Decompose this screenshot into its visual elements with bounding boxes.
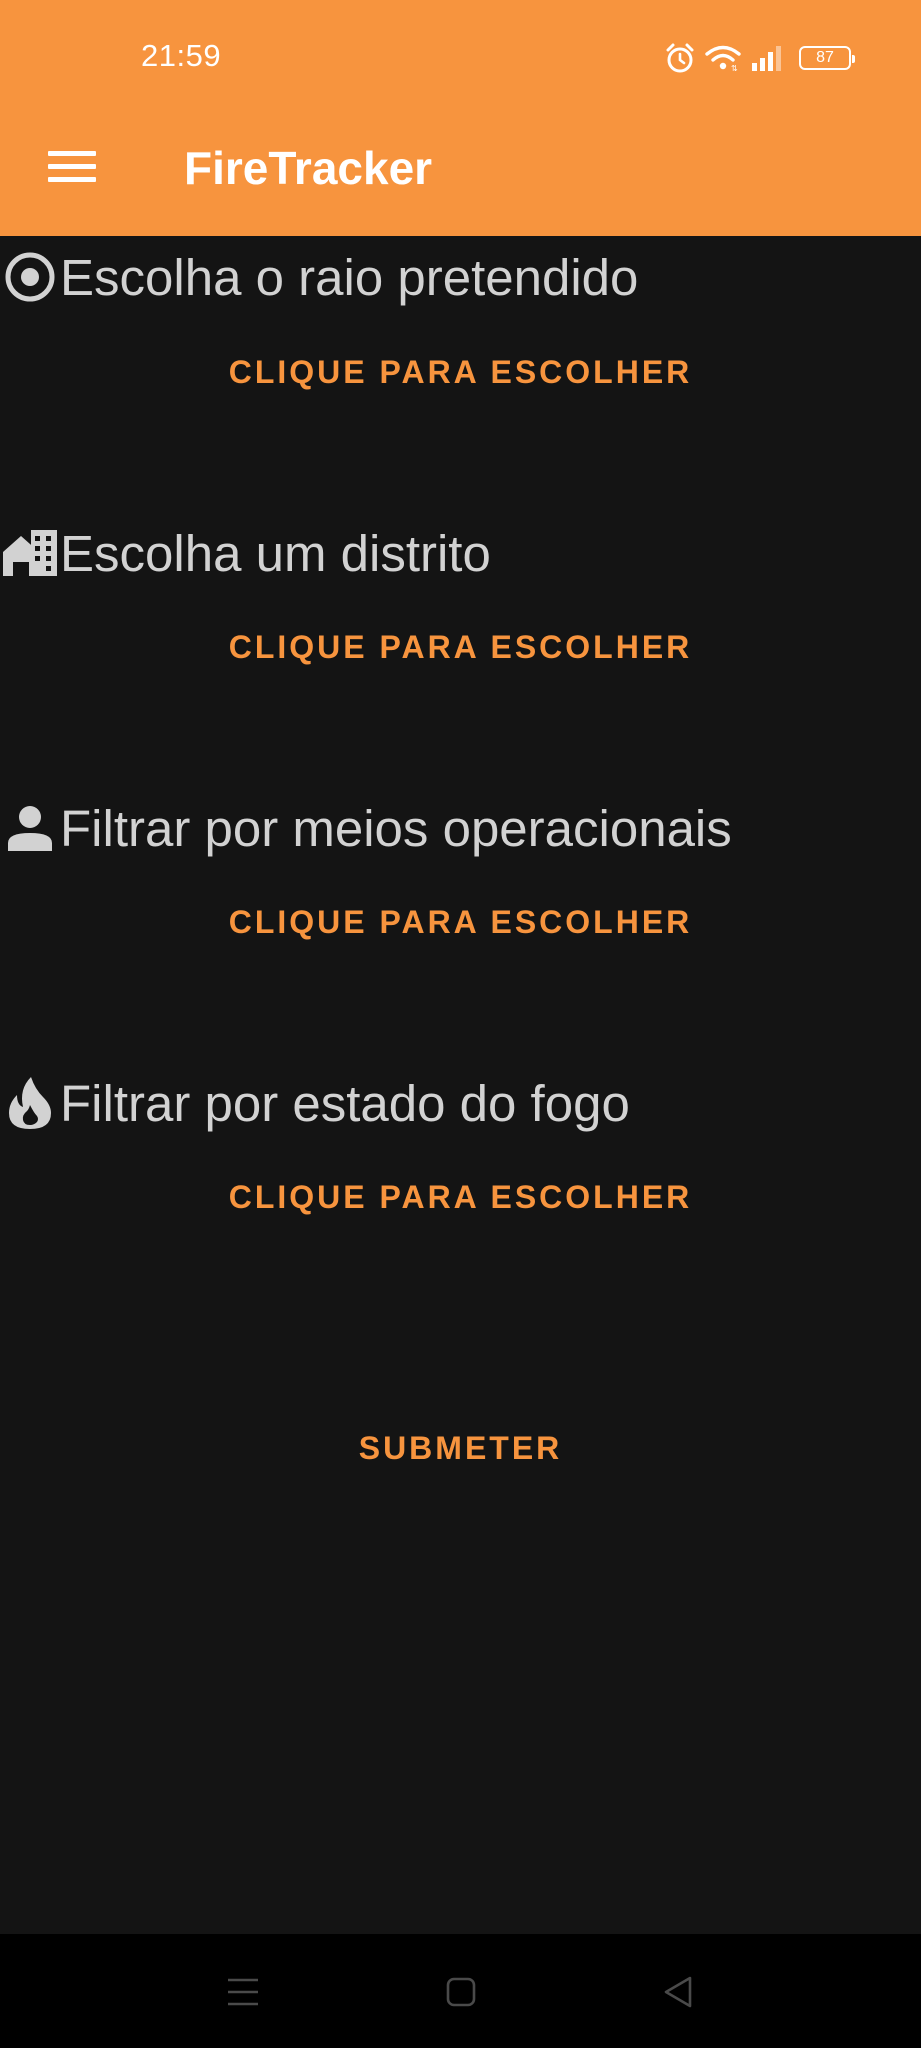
filter-radius-row: Escolha o raio pretendido bbox=[0, 242, 638, 312]
hamburger-menu-icon bbox=[48, 151, 96, 156]
filter-fire-state-row: Filtrar por estado do fogo bbox=[0, 1068, 630, 1138]
choose-radius-button[interactable]: CLIQUE PARA ESCOLHER bbox=[0, 354, 921, 391]
screen: 21:59 ⇅ 87 FireTracker Escolha o raio pr… bbox=[0, 0, 921, 2048]
filter-means-row: Filtrar por meios operacionais bbox=[0, 793, 732, 863]
person-icon bbox=[0, 798, 60, 858]
choose-means-button[interactable]: CLIQUE PARA ESCOLHER bbox=[0, 904, 921, 941]
alarm-icon bbox=[665, 42, 695, 74]
choose-fire-state-button[interactable]: CLIQUE PARA ESCOLHER bbox=[0, 1179, 921, 1216]
filter-means-label: Filtrar por meios operacionais bbox=[60, 799, 732, 857]
hamburger-line bbox=[48, 177, 96, 182]
battery-icon: 87 bbox=[799, 46, 855, 70]
app-title: FireTracker bbox=[184, 142, 433, 194]
fire-icon bbox=[0, 1073, 60, 1133]
hamburger-line bbox=[48, 164, 96, 169]
status-icons: ⇅ 87 bbox=[665, 40, 855, 76]
filter-district-row: Escolha um distrito bbox=[0, 518, 491, 588]
status-time: 21:59 bbox=[141, 38, 222, 73]
recents-icon[interactable] bbox=[220, 1970, 264, 2014]
district-building-icon bbox=[0, 523, 60, 583]
back-icon[interactable] bbox=[656, 1970, 700, 2014]
svg-text:⇅: ⇅ bbox=[731, 64, 738, 72]
home-icon[interactable] bbox=[439, 1970, 483, 2014]
menu-button[interactable] bbox=[36, 140, 108, 192]
app-bar: 21:59 ⇅ 87 FireTracker bbox=[0, 0, 921, 236]
wifi-icon: ⇅ bbox=[705, 44, 741, 72]
battery-level: 87 bbox=[816, 49, 834, 66]
radius-target-icon bbox=[0, 247, 60, 307]
submit-button[interactable]: SUBMETER bbox=[0, 1430, 921, 1467]
choose-district-button[interactable]: CLIQUE PARA ESCOLHER bbox=[0, 629, 921, 666]
filter-district-label: Escolha um distrito bbox=[60, 524, 491, 582]
signal-icon bbox=[751, 45, 785, 71]
filter-radius-label: Escolha o raio pretendido bbox=[60, 248, 639, 306]
system-nav-bar bbox=[0, 1934, 921, 2048]
filter-fire-state-label: Filtrar por estado do fogo bbox=[60, 1074, 630, 1132]
